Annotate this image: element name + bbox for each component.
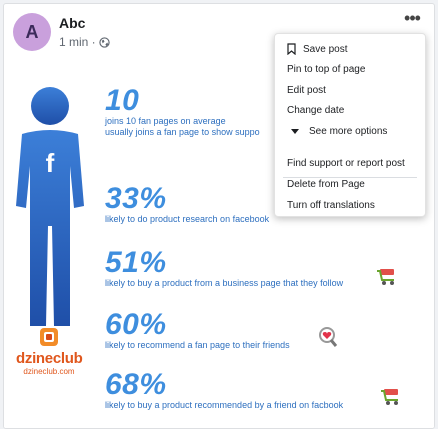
stat-text: joins 10 fan pages on average — [105, 116, 226, 126]
stat-recommend-page: 60% likely to recommend a fan page to th… — [105, 310, 290, 351]
shopping-cart-icon — [377, 269, 394, 285]
stat-value: 10 — [105, 84, 140, 117]
stat-value: 68% — [105, 368, 167, 401]
svg-text:f: f — [46, 148, 55, 178]
post-card: A Abc 1 min · ••• f dzineclub dzineclub.… — [3, 3, 435, 429]
menu-item-label: Turn off translations — [287, 200, 375, 211]
menu-item-edit-post[interactable]: Edit post — [287, 85, 326, 96]
menu-item-label: Change date — [287, 105, 345, 116]
menu-item-label: Pin to top of page — [287, 64, 366, 75]
menu-item-label: Delete from Page — [287, 179, 365, 190]
menu-item-change-date[interactable]: Change date — [287, 105, 344, 116]
shopping-cart-icon — [381, 389, 398, 405]
dzineclub-logo-icon — [40, 328, 58, 346]
stat-text: likely to buy a product recommended by a… — [105, 400, 344, 410]
menu-item-label: Save post — [303, 43, 348, 55]
facebook-person-icon: f — [16, 87, 84, 326]
brand-logo: dzineclub dzineclub.com — [16, 326, 83, 376]
post-meta: 1 min · — [59, 35, 110, 49]
menu-item-pin-to-top[interactable]: Pin to top of page — [287, 64, 365, 75]
stat-value: 33% — [105, 182, 167, 215]
brand-name: dzineclub — [16, 350, 83, 367]
menu-item-save-post[interactable]: Save post — [287, 43, 347, 55]
bookmark-icon — [287, 43, 296, 55]
stat-buy-business: 51% likely to buy a product from a busin… — [105, 248, 343, 289]
more-options-icon[interactable]: ••• — [400, 9, 424, 28]
stat-research: 33% likely to do product research on fac… — [105, 184, 269, 225]
stat-text: usually joins a fan page to show suppo — [105, 127, 260, 137]
brand-url: dzineclub.com — [23, 367, 75, 376]
avatar[interactable]: A — [13, 13, 51, 51]
menu-divider — [283, 177, 417, 178]
stat-text: likely to recommend a fan page to their … — [105, 340, 290, 350]
stat-fan-pages: 10 joins 10 fan pages on average usually… — [105, 86, 260, 138]
menu-item-find-support[interactable]: Find support or report post — [287, 158, 405, 169]
menu-item-label: Edit post — [287, 85, 326, 96]
stat-text: likely to buy a product from a business … — [105, 278, 344, 288]
author-name[interactable]: Abc — [59, 15, 85, 31]
menu-item-turn-off-translations[interactable]: Turn off translations — [287, 200, 375, 211]
menu-item-label: See more options — [309, 126, 388, 137]
menu-item-delete-from-page[interactable]: Delete from Page — [287, 179, 365, 190]
stat-buy-recommended: 68% likely to buy a product recommended … — [105, 370, 343, 411]
stat-value: 60% — [105, 308, 167, 341]
stat-text: likely to do product research on faceboo… — [105, 214, 270, 224]
stat-value: 51% — [105, 246, 167, 279]
post-options-menu: Save post Pin to top of page Edit post C… — [274, 33, 426, 217]
globe-icon — [99, 36, 110, 48]
menu-item-see-more-options[interactable]: See more options — [287, 126, 387, 137]
heart-search-icon — [319, 327, 338, 347]
post-time[interactable]: 1 min · — [59, 35, 96, 49]
menu-item-label: Find support or report post — [287, 158, 405, 169]
caret-down-icon — [291, 129, 299, 134]
